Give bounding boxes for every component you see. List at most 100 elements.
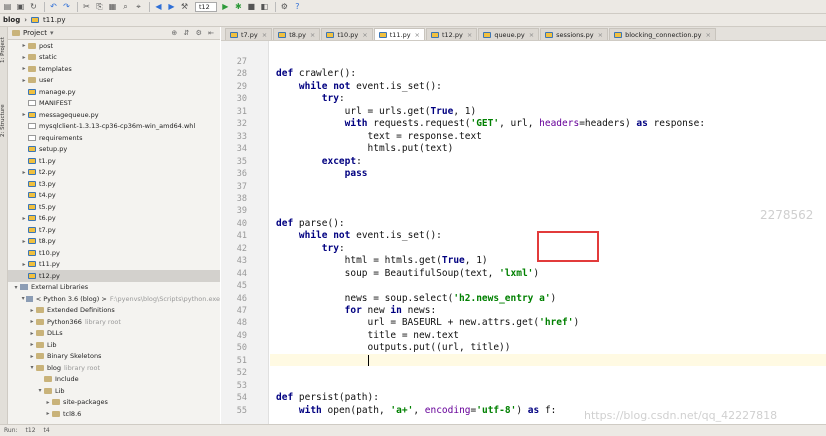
code-line[interactable]: url = urls.get(True, 1) (276, 106, 477, 117)
find-icon[interactable]: ⌕ (120, 1, 131, 12)
tree-item[interactable]: ▸ t6.py (8, 213, 220, 225)
copy-icon[interactable]: ⎘ (94, 1, 105, 12)
chevron-right-icon[interactable]: ▸ (20, 238, 28, 245)
close-icon[interactable]: × (706, 31, 711, 39)
tree-item[interactable]: t7.py (8, 224, 220, 236)
tree-item[interactable]: manage.py (8, 86, 220, 98)
run-tab-t12[interactable]: t12 (26, 427, 36, 434)
hide-icon[interactable]: ⇤ (208, 29, 216, 37)
tree-item[interactable]: t10.py (8, 247, 220, 259)
tree-item[interactable]: ▸ DLLs (8, 328, 220, 340)
chevron-right-icon[interactable]: ▸ (20, 261, 28, 268)
chevron-right-icon[interactable]: ▸ (44, 399, 52, 406)
redo-icon[interactable]: ↷ (61, 1, 72, 12)
tree-item[interactable]: Include (8, 374, 220, 386)
help-icon[interactable]: ? (292, 1, 303, 12)
code-line[interactable]: def parse(): (276, 218, 345, 229)
breadcrumb-file[interactable]: t11.py (43, 16, 65, 24)
code-line[interactable]: while not event.is_set(): (276, 230, 442, 241)
close-icon[interactable]: × (598, 31, 603, 39)
cut-icon[interactable]: ✂ (81, 1, 92, 12)
chevron-right-icon[interactable]: ▸ (20, 111, 28, 118)
tree-item[interactable]: setup.py (8, 144, 220, 156)
chevron-right-icon[interactable]: ▸ (20, 42, 28, 49)
chevron-right-icon[interactable]: ▸ (28, 307, 36, 314)
chevron-down-icon[interactable]: ▾ (28, 364, 36, 371)
tree-item[interactable]: t3.py (8, 178, 220, 190)
run-config-select[interactable]: t12 (195, 1, 217, 12)
run-tab-t4[interactable]: t4 (44, 427, 50, 434)
chevron-right-icon[interactable]: ▸ (20, 54, 28, 61)
close-icon[interactable]: × (415, 31, 420, 39)
tree-item[interactable]: ▸ user (8, 75, 220, 87)
editor-tab[interactable]: sessions.py × (540, 28, 609, 40)
tree-item[interactable]: t1.py (8, 155, 220, 167)
build-icon[interactable]: ⚒ (179, 1, 190, 12)
code-line[interactable]: with open(path, 'a+', encoding='utf-8') … (276, 405, 557, 416)
code-line[interactable]: soup = BeautifulSoup(text, 'lxml') (276, 268, 540, 279)
debug-icon[interactable]: ✱ (233, 1, 244, 12)
paste-icon[interactable]: ▦ (107, 1, 118, 12)
open-icon[interactable]: ▤ (2, 1, 13, 12)
close-icon[interactable]: × (310, 31, 315, 39)
close-icon[interactable]: × (262, 31, 267, 39)
tree-item[interactable]: requirements (8, 132, 220, 144)
chevron-right-icon[interactable]: ▸ (28, 330, 36, 337)
close-icon[interactable]: × (362, 31, 367, 39)
tree-item[interactable]: ▾ Lib (8, 385, 220, 397)
code-line[interactable]: for new in news: (276, 305, 437, 316)
code-line[interactable]: news = soup.select('h2.news_entry a') (276, 293, 557, 304)
chevron-right-icon[interactable]: ▸ (28, 341, 36, 348)
code-line[interactable]: url = BASEURL + new.attrs.get('href') (276, 317, 580, 328)
code-line[interactable]: title = new.text (276, 330, 460, 341)
coverage-icon[interactable]: ◧ (259, 1, 270, 12)
editor-tab[interactable]: t7.py × (225, 28, 273, 40)
tree-item[interactable]: t12.py (8, 270, 220, 282)
chevron-right-icon[interactable]: ▸ (28, 353, 36, 360)
tree-item[interactable]: ▸ Binary Skeletons (8, 351, 220, 363)
dropdown-icon[interactable]: ▾ (50, 29, 54, 37)
sync-icon[interactable]: ⊕ (171, 29, 179, 37)
tree-item[interactable]: ▸ static (8, 52, 220, 64)
structure-tool-tab[interactable]: 2: Structure (0, 97, 8, 137)
editor-tab[interactable]: t10.py × (321, 28, 373, 40)
tree-item[interactable]: ▸ Lib (8, 339, 220, 351)
chevron-right-icon[interactable]: ▸ (20, 65, 28, 72)
back-icon[interactable]: ◀ (153, 1, 164, 12)
settings-icon[interactable]: ⚙ (279, 1, 290, 12)
replace-icon[interactable]: ⌖ (133, 1, 144, 12)
breadcrumb-project[interactable]: blog (3, 16, 20, 24)
code-line[interactable]: def persist(path): (276, 392, 379, 403)
tree-item[interactable]: ▸ t8.py (8, 236, 220, 248)
editor-tab[interactable]: queue.py × (478, 28, 540, 40)
chevron-right-icon[interactable]: ▸ (28, 318, 36, 325)
tree-item[interactable]: ▾ blog library root (8, 362, 220, 374)
code-line[interactable]: try: (276, 93, 345, 104)
close-icon[interactable]: × (529, 31, 534, 39)
close-icon[interactable]: × (467, 31, 472, 39)
editor-tab[interactable]: t12.py × (426, 28, 478, 40)
tree-item[interactable]: ▸ tcl8.6 (8, 408, 220, 420)
code-line[interactable]: except: (276, 156, 362, 167)
chevron-right-icon[interactable]: ▸ (20, 215, 28, 222)
sync-icon[interactable]: ↻ (28, 1, 39, 12)
chevron-right-icon[interactable]: ▸ (20, 77, 28, 84)
chevron-down-icon[interactable]: ▾ (12, 284, 20, 291)
gear-icon[interactable]: ⚙ (196, 29, 204, 37)
stop-icon[interactable]: ■ (246, 1, 257, 12)
tree-item[interactable]: ▸ messagequeue.py (8, 109, 220, 121)
project-panel-title[interactable]: Project (23, 29, 47, 37)
chevron-right-icon[interactable]: ▸ (44, 410, 52, 417)
code-line[interactable]: try: (276, 243, 345, 254)
chevron-right-icon[interactable]: ▸ (20, 169, 28, 176)
tree-item[interactable]: MANIFEST (8, 98, 220, 110)
code-line[interactable]: with requests.request('GET', url, header… (276, 118, 705, 129)
chevron-down-icon[interactable]: ▾ (36, 387, 44, 394)
editor-tab[interactable]: blocking_connection.py × (609, 28, 716, 40)
collapse-icon[interactable]: ⇵ (184, 29, 192, 37)
tree-item[interactable]: mysqlclient-1.3.13-cp36-cp36m-win_amd64.… (8, 121, 220, 133)
editor-tab[interactable]: t11.py × (373, 28, 425, 40)
editor-tab[interactable]: t8.py × (273, 28, 321, 40)
tree-item[interactable]: t5.py (8, 201, 220, 213)
code-line[interactable]: htmls.put(text) (276, 143, 454, 154)
